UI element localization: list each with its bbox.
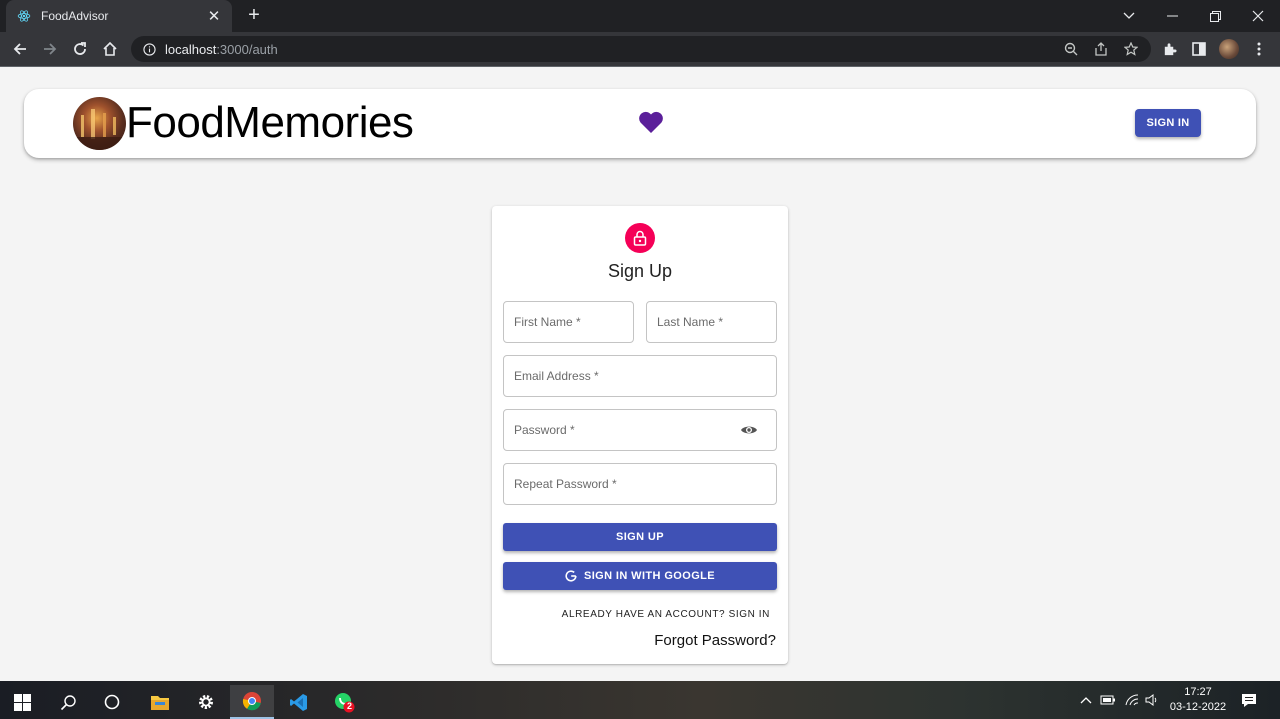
side-panel-icon[interactable] [1187,37,1211,61]
whatsapp-badge: 2 [347,701,353,711]
search-icon[interactable] [46,685,90,719]
browser-toolbar: localhost:3000/auth [0,32,1280,66]
react-icon [16,8,32,24]
tab-search-icon[interactable] [1107,0,1151,32]
last-name-field[interactable]: Last Name * [646,301,777,343]
forgot-password-link[interactable]: Forgot Password? [654,632,776,649]
settings-gear-icon[interactable] [184,685,228,719]
toolbar-divider [0,66,1280,67]
extensions-icon[interactable] [1157,37,1181,61]
lock-icon [625,223,655,253]
heart-icon [639,111,663,133]
minimize-icon[interactable] [1150,0,1194,32]
header-sign-in-button[interactable]: SIGN IN [1135,109,1201,137]
menu-kebab-icon[interactable] [1247,37,1271,61]
new-tab-icon[interactable]: + [243,4,265,26]
first-name-label: First Name * [514,315,581,329]
already-have-account-link[interactable]: ALREADY HAVE AN ACCOUNT? SIGN IN [562,609,770,620]
profile-avatar-icon[interactable] [1217,37,1241,61]
chrome-icon[interactable] [230,685,274,719]
site-info-icon[interactable] [141,41,157,57]
email-label: Email Address * [514,369,599,383]
task-view-icon[interactable] [90,685,134,719]
browser-tab-bar: FoodAdvisor ✕ + [0,0,1280,32]
app-header: FoodMemories SIGN IN [24,89,1256,158]
chevron-up-icon[interactable] [1078,692,1094,708]
restore-icon[interactable] [1193,0,1237,32]
wifi-icon[interactable] [1124,692,1140,708]
zoom-icon[interactable] [1063,41,1079,57]
vscode-icon[interactable] [276,685,320,719]
google-sign-in-label: SIGN IN WITH GOOGLE [583,570,716,582]
clock-time: 17:27 [1184,686,1212,698]
browser-tab[interactable]: FoodAdvisor ✕ [6,0,232,32]
notifications-icon[interactable] [1241,692,1257,708]
windows-taskbar: 2 17:27 03-12-2022 [0,681,1280,719]
forward-icon[interactable] [38,37,62,61]
first-name-field[interactable]: First Name * [503,301,634,343]
address-bar[interactable]: localhost:3000/auth [131,36,1151,62]
share-icon[interactable] [1093,41,1109,57]
bookmark-star-icon[interactable] [1123,41,1139,57]
windows-start-icon[interactable] [0,685,44,719]
email-field[interactable]: Email Address * [503,355,777,397]
repeat-password-label: Repeat Password * [514,477,617,491]
reload-icon[interactable] [68,37,92,61]
brand-logo-image [73,97,126,150]
password-field[interactable]: Password * [503,409,777,451]
google-icon [565,570,577,582]
show-password-eye-icon[interactable] [740,423,758,437]
signup-card: Sign Up First Name * Last Name * Email A… [492,206,788,664]
brand-title: FoodMemories [126,98,414,147]
file-explorer-icon[interactable] [138,685,182,719]
system-clock[interactable]: 17:27 03-12-2022 [1164,685,1232,715]
google-sign-in-button[interactable]: SIGN IN WITH GOOGLE [503,562,777,590]
home-icon[interactable] [98,37,122,61]
url-host: localhost [165,41,217,57]
form-title: Sign Up [607,261,673,281]
battery-icon[interactable] [1100,692,1116,708]
volume-icon[interactable] [1144,692,1160,708]
close-window-icon[interactable] [1236,0,1280,32]
last-name-label: Last Name * [657,315,724,329]
repeat-password-field[interactable]: Repeat Password * [503,463,777,505]
tab-title: FoodAdvisor [41,9,109,23]
password-label: Password * [514,423,575,437]
whatsapp-icon[interactable]: 2 [322,685,366,719]
url-path: :3000/auth [216,41,278,57]
sign-up-button[interactable]: SIGN UP [503,523,777,551]
back-icon[interactable] [8,37,32,61]
close-tab-icon[interactable]: ✕ [206,7,222,25]
clock-date: 03-12-2022 [1169,701,1227,713]
